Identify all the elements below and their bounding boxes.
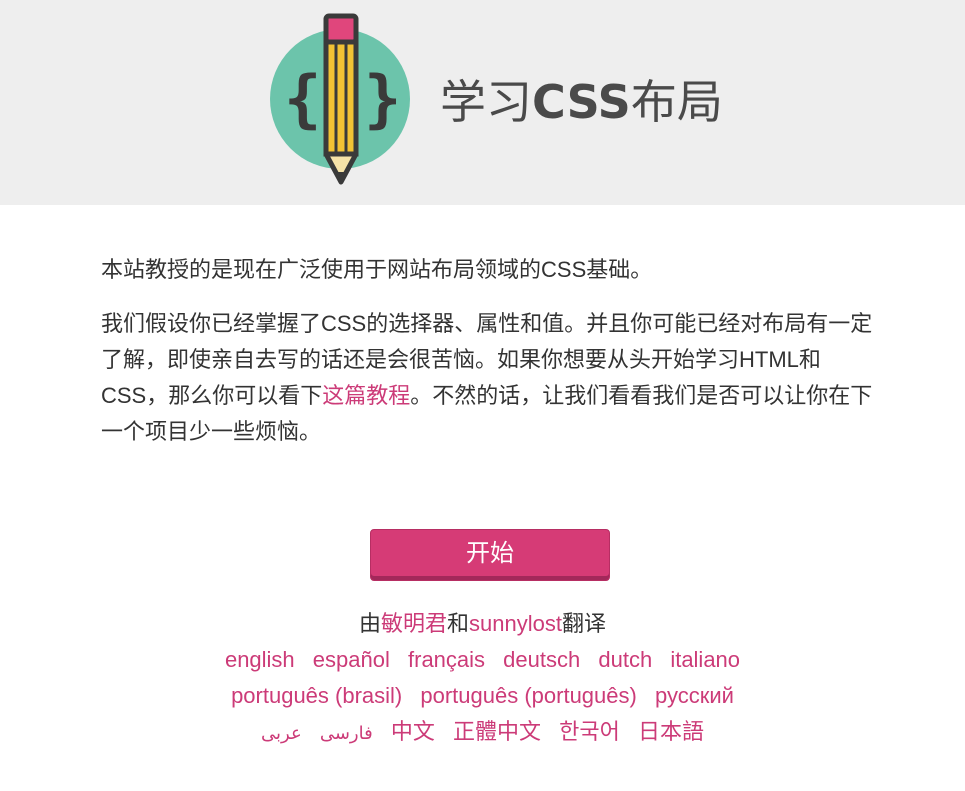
language-link-italiano[interactable]: italiano (670, 647, 740, 672)
description-paragraph: 我们假设你已经掌握了CSS的选择器、属性和值。并且你可能已经对布局有一定了解，即… (101, 306, 876, 450)
language-link-espanol[interactable]: español (313, 647, 390, 672)
language-link-dutch[interactable]: dutch (598, 647, 652, 672)
language-link-chinese-simplified[interactable]: 中文 (391, 719, 435, 744)
language-link-korean[interactable]: 한국어 (559, 719, 620, 744)
language-link-francais[interactable]: français (408, 647, 485, 672)
language-link-chinese-traditional[interactable]: 正體中文 (453, 719, 541, 744)
translation-credits: 由敏明君和sunnylost翻译 (0, 606, 965, 642)
language-link-deutsch[interactable]: deutsch (503, 647, 580, 672)
language-row-3: عربى فارسی 中文 正體中文 한국어 日本語 (0, 714, 965, 750)
language-row-2: português (brasil) português (português)… (0, 678, 965, 714)
svg-text:}: } (364, 62, 401, 135)
main-content: 本站教授的是现在广泛使用于网站布局领域的CSS基础。 我们假设你已经掌握了CSS… (101, 252, 876, 450)
intro-paragraph: 本站教授的是现在广泛使用于网站布局领域的CSS基础。 (101, 257, 653, 282)
language-link-portugues-portugues[interactable]: português (português) (420, 683, 636, 708)
language-link-arabic[interactable]: عربى (261, 723, 302, 743)
title-prefix: 学习 (440, 75, 532, 129)
footer: 由敏明君和sunnylost翻译 english español françai… (0, 606, 965, 750)
svg-text:{: { (284, 62, 321, 135)
language-link-japanese[interactable]: 日本語 (638, 719, 704, 744)
credits-joiner: 和 (447, 611, 470, 636)
site-header: { } 学习CSS布局 (0, 0, 965, 205)
title-suffix: 布局 (630, 75, 723, 129)
site-title: 学习CSS布局 (440, 70, 723, 134)
language-link-persian[interactable]: فارسی (320, 723, 373, 743)
translator-link-1[interactable]: 敏明君 (381, 611, 447, 636)
language-link-english[interactable]: english (225, 647, 295, 672)
translator-link-2[interactable]: sunnylost (469, 611, 562, 636)
title-css: CSS (532, 75, 631, 129)
language-link-russian[interactable]: русский (655, 683, 734, 708)
language-link-portugues-brasil[interactable]: português (brasil) (231, 683, 402, 708)
credits-prefix: 由 (358, 611, 381, 636)
tutorial-link[interactable]: 这篇教程 (322, 383, 410, 408)
credits-suffix: 翻译 (561, 611, 606, 636)
pencil-with-braces-logo-icon[interactable]: { } (270, 12, 410, 187)
language-row-1: english español français deutsch dutch i… (0, 642, 965, 678)
start-button[interactable]: 开始 (370, 529, 610, 581)
